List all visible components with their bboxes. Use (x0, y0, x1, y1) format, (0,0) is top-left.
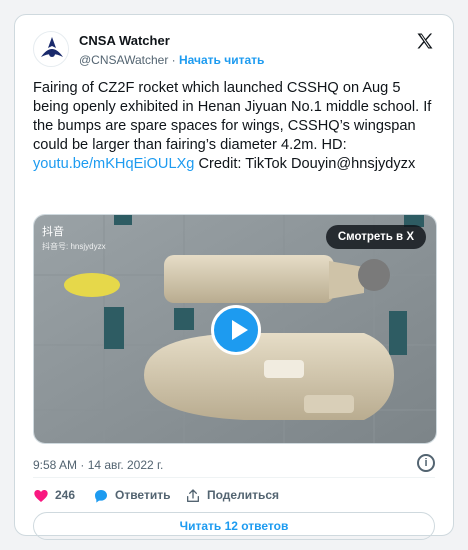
douyin-label: 抖音 (42, 226, 64, 238)
watch-on-x-button[interactable]: Смотреть в X (325, 225, 426, 249)
tweet-card: CNSA Watcher @CNSAWatcher · Начать читат… (14, 14, 454, 540)
tweet-text-main: Fairing of CZ2F rocket which launched CS… (33, 80, 432, 153)
tweet-header: CNSA Watcher @CNSAWatcher · Начать читат… (33, 31, 435, 75)
follow-button[interactable]: Начать читать (179, 53, 264, 67)
video-thumbnail[interactable]: 抖音 抖音号: hnsjydyzx Смотреть в X (33, 214, 437, 444)
timestamp[interactable]: 9:58 AM · 14 авг. 2022 г. (33, 458, 163, 472)
tweet-link[interactable]: youtu.be/mKHqEiOULXg (33, 156, 194, 172)
author-name[interactable]: CNSA Watcher (79, 33, 170, 48)
x-logo-icon[interactable] (415, 31, 435, 51)
play-icon[interactable] (211, 305, 261, 355)
tweet-text-after: Credit: TikTok Douyin@hnsjydyzx (194, 156, 416, 172)
handle-line: @CNSAWatcher · Начать читать (79, 53, 264, 67)
info-icon[interactable]: i (417, 454, 435, 472)
separator: · (171, 53, 176, 67)
tweet-text: Fairing of CZ2F rocket which launched CS… (33, 79, 437, 174)
reply-label: Ответить (115, 488, 171, 502)
share-button[interactable]: Поделиться (185, 487, 279, 507)
divider (33, 477, 435, 478)
like-button[interactable]: 246 (33, 487, 75, 507)
heart-icon (34, 489, 48, 502)
author-handle[interactable]: @CNSAWatcher (79, 53, 168, 67)
reply-icon (95, 489, 107, 503)
avatar[interactable] (33, 31, 69, 67)
douyin-id: 抖音号: hnsjydyzx (42, 242, 106, 251)
douyin-watermark: 抖音 抖音号: hnsjydyzx (42, 223, 106, 252)
share-icon (187, 489, 199, 502)
reply-button[interactable]: Ответить (93, 487, 170, 507)
read-replies-button[interactable]: Читать 12 ответов (33, 512, 435, 540)
like-count: 246 (55, 488, 76, 502)
share-label: Поделиться (207, 488, 280, 502)
